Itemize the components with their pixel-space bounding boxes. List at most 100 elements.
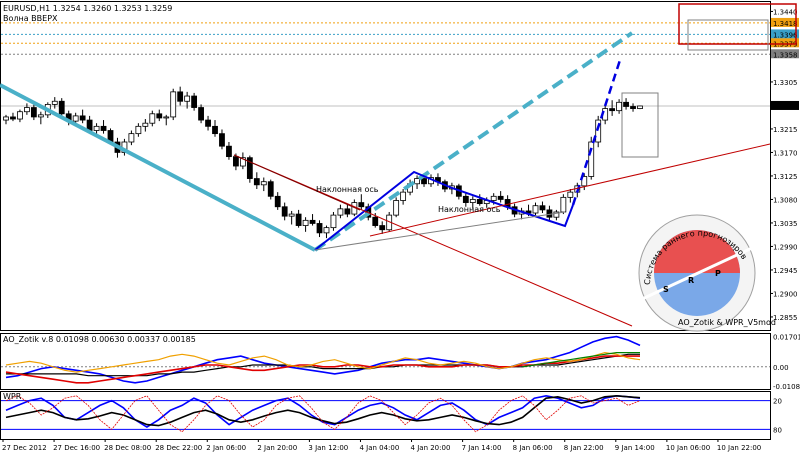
candle-body: [93, 125, 100, 131]
time-tick-label: 4 Jan 04:00: [359, 444, 399, 452]
candle: [560, 194, 567, 215]
price-tick-label: 1.3215: [773, 126, 798, 134]
candle-body: [344, 208, 351, 215]
candle-body: [630, 106, 636, 109]
price-tick-label: 1.2990: [773, 243, 798, 251]
price-tick-label: 1.3035: [773, 220, 798, 228]
price-tick-label: 1.3305: [773, 79, 798, 87]
candle-body: [281, 206, 288, 217]
price-tick-label: 1.3170: [773, 149, 798, 157]
time-tick-label: 2 Jan 06:00: [206, 444, 246, 452]
candle-body: [51, 100, 58, 105]
chart-root: 1.34401.33051.32601.32151.31701.31251.30…: [0, 0, 800, 456]
time-tick-label: 3 Jan 12:00: [308, 444, 348, 452]
candle-body: [616, 101, 622, 112]
time-tick-label: 9 Jan 14:00: [615, 444, 655, 452]
candle-body: [170, 91, 177, 118]
candle-body: [421, 178, 427, 185]
candle-body: [330, 214, 337, 229]
candle-body: [198, 107, 204, 121]
candle: [170, 88, 177, 121]
candle-body: [219, 133, 225, 147]
wpr-panel-title: WPR: [3, 392, 22, 401]
candle-body: [24, 107, 30, 113]
ao-tick-label: 0.01701: [773, 334, 800, 342]
candle-body: [588, 141, 595, 177]
candle-body: [3, 116, 9, 121]
candle-body: [623, 101, 629, 107]
candle-body: [253, 178, 260, 186]
candle: [267, 179, 274, 200]
candle-body: [309, 219, 316, 224]
candle: [588, 136, 595, 180]
candle-body: [497, 195, 504, 200]
candle-body: [191, 95, 198, 108]
candle: [637, 105, 643, 110]
price-tick-label: 1.2945: [773, 267, 798, 275]
candle-body: [177, 91, 184, 102]
candle-body: [30, 107, 37, 118]
price-tick-label: 1.2855: [773, 314, 798, 322]
candle-body: [546, 209, 553, 218]
candle-body: [532, 205, 539, 214]
candle-body: [156, 113, 163, 119]
candle-body: [469, 199, 476, 203]
time-tick-label: 2 Jan 20:00: [257, 444, 297, 452]
candle-body: [295, 213, 302, 226]
candle-body: [79, 115, 86, 121]
candle-body: [302, 219, 309, 226]
price-level-label: 1.3396: [773, 31, 798, 39]
candle-body: [400, 191, 407, 201]
candle-body: [17, 111, 23, 120]
logo-letter: S: [663, 285, 669, 294]
candle: [393, 197, 400, 218]
annotation-label: Наклонная ось: [316, 185, 379, 194]
candle-body: [10, 116, 16, 120]
wpr-tick-label: 20: [773, 398, 782, 406]
price-level-label: 1.3358: [773, 51, 798, 59]
time-tick-label: 7 Jan 14:00: [462, 444, 502, 452]
time-tick-label: 27 Dec 16:00: [53, 444, 100, 452]
price-tick-label: 1.3125: [773, 173, 798, 181]
candle-body: [609, 108, 616, 112]
candle-body: [539, 205, 546, 211]
candle-body: [462, 195, 469, 203]
candle-body: [414, 178, 420, 185]
candle-body: [260, 181, 267, 186]
candle-body: [274, 195, 281, 208]
time-tick-label: 28 Dec 08:00: [104, 444, 151, 452]
candle-body: [267, 181, 274, 197]
chart-subtitle: Волна ВВЕРХ: [3, 14, 58, 23]
candle-body: [560, 196, 567, 213]
candle-body: [149, 113, 156, 124]
symbol-ohlc-label: EURUSD,H1 1.3254 1.3260 1.3253 1.3259: [3, 4, 172, 13]
candle-body: [316, 223, 323, 234]
ao-panel-title: AO_Zotik v.8 0.01098 0.00630 0.00337 0.0…: [3, 335, 196, 344]
candle-body: [226, 145, 232, 158]
logo-letter: R: [688, 276, 694, 285]
time-tick-label: 28 Dec 22:00: [155, 444, 202, 452]
candle-body: [637, 105, 643, 109]
current-price-label: 1.3259: [773, 103, 798, 111]
chart-svg: 1.34401.33051.32601.32151.31701.31251.30…: [0, 0, 800, 452]
annotation-label: Наклонная ось: [438, 205, 501, 214]
panel-frame-3: [0, 391, 771, 440]
time-tick-label: 8 Jan 22:00: [564, 444, 604, 452]
candle-body: [205, 119, 211, 127]
price-tick-label: 1.3080: [773, 196, 798, 204]
candle: [246, 155, 253, 183]
ao-tick-label: -0.01086: [773, 383, 800, 391]
candle-body: [37, 114, 44, 118]
price-level-label: 1.3418: [773, 20, 798, 28]
logo-bottom-text: AO_Zotik & WPR_V5mod: [678, 318, 776, 327]
candle: [58, 98, 65, 117]
time-tick-label: 10 Jan 06:00: [666, 444, 710, 452]
candle-body: [142, 122, 149, 127]
ao-tick-label: 0.00: [773, 364, 789, 372]
candle-body: [163, 116, 170, 119]
candle-body: [379, 225, 386, 231]
candle: [198, 104, 204, 124]
wpr-tick-label: 80: [773, 426, 782, 434]
candle-body: [72, 115, 79, 122]
time-tick-label: 27 Dec 2012: [2, 444, 47, 452]
